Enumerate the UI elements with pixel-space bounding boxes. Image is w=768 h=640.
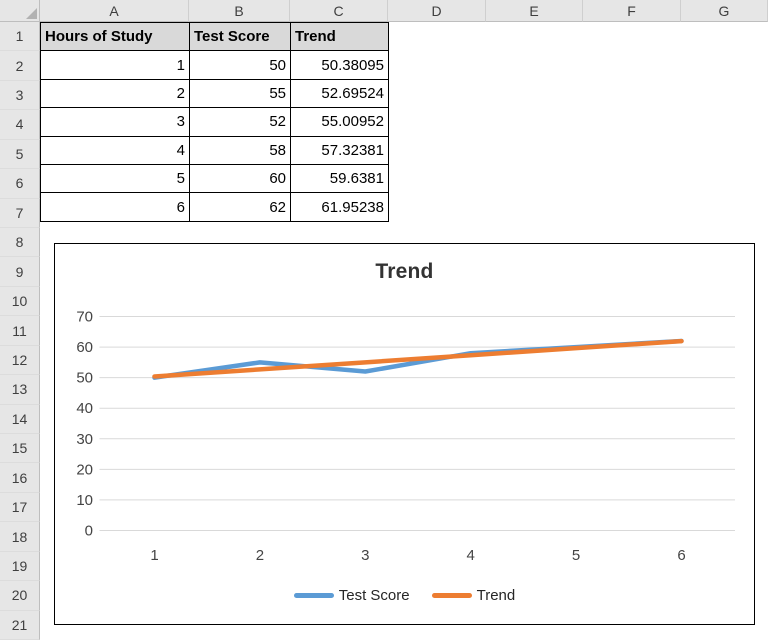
table-row: 35255.00952 xyxy=(41,108,389,136)
legend-item-test-score[interactable]: Test Score xyxy=(294,587,410,604)
chart-plot: 0 10 20 30 40 50 60 70 1 2 3 4 5 6 xyxy=(55,244,753,623)
row-header-14[interactable]: 14 xyxy=(0,405,40,434)
y-tick-label: 40 xyxy=(76,400,93,417)
chart-legend: Test Score Trend xyxy=(55,584,754,606)
row-header-10[interactable]: 10 xyxy=(0,287,40,316)
y-tick-label: 0 xyxy=(85,523,93,540)
row-header-13[interactable]: 13 xyxy=(0,375,40,404)
legend-label: Trend xyxy=(477,587,516,604)
cell[interactable]: 55 xyxy=(190,79,291,107)
table-row: 15050.38095 xyxy=(41,51,389,79)
table-row: 45857.32381 xyxy=(41,136,389,164)
row-header-18[interactable]: 18 xyxy=(0,522,40,551)
cell[interactable]: 55.00952 xyxy=(291,108,389,136)
chart[interactable]: Trend 0 10 20 30 40 50 60 70 1 2 3 4 5 6 Test Score Tr… xyxy=(54,243,755,625)
y-tick-label: 60 xyxy=(76,339,93,356)
spreadsheet: ABCDEFG 12345678910111213141516171819202… xyxy=(0,0,768,640)
cell[interactable]: 50 xyxy=(190,51,291,79)
cell[interactable]: 6 xyxy=(41,193,190,221)
row-header-4[interactable]: 4 xyxy=(0,110,40,139)
x-tick-label: 5 xyxy=(572,547,580,564)
column-header-G[interactable]: G xyxy=(681,0,768,22)
column-header-C[interactable]: C xyxy=(290,0,388,22)
row-header-7[interactable]: 7 xyxy=(0,199,40,228)
y-tick-label: 20 xyxy=(76,461,93,478)
cell[interactable]: 57.32381 xyxy=(291,136,389,164)
cell[interactable]: 52 xyxy=(190,108,291,136)
row-header-21[interactable]: 21 xyxy=(0,611,40,640)
table-row: 25552.69524 xyxy=(41,79,389,107)
row-header-3[interactable]: 3 xyxy=(0,81,40,110)
legend-label: Test Score xyxy=(339,587,410,604)
x-tick-label: 2 xyxy=(256,547,264,564)
cell[interactable]: 60 xyxy=(190,164,291,192)
select-all-triangle-icon xyxy=(26,8,37,19)
cell[interactable]: Test Score xyxy=(190,23,291,51)
column-header-D[interactable]: D xyxy=(388,0,486,22)
table-row: 66261.95238 xyxy=(41,193,389,221)
x-tick-label: 3 xyxy=(361,547,369,564)
row-header-1[interactable]: 1 xyxy=(0,22,40,51)
column-header-B[interactable]: B xyxy=(189,0,290,22)
select-all-corner[interactable] xyxy=(0,0,40,22)
cell[interactable]: Trend xyxy=(291,23,389,51)
x-tick-label: 4 xyxy=(467,547,475,564)
row-header-2[interactable]: 2 xyxy=(0,51,40,80)
row-header-17[interactable]: 17 xyxy=(0,493,40,522)
table-header-row: Hours of StudyTest ScoreTrend xyxy=(41,23,389,51)
y-tick-label: 30 xyxy=(76,431,93,448)
y-tick-label: 50 xyxy=(76,370,93,387)
row-header-16[interactable]: 16 xyxy=(0,463,40,492)
legend-swatch-icon xyxy=(294,593,334,598)
row-header-15[interactable]: 15 xyxy=(0,434,40,463)
column-header-F[interactable]: F xyxy=(583,0,681,22)
legend-item-trend[interactable]: Trend xyxy=(432,587,516,604)
series-line-trend[interactable] xyxy=(155,341,682,376)
legend-swatch-icon xyxy=(432,593,472,598)
row-header-11[interactable]: 11 xyxy=(0,316,40,345)
row-header-9[interactable]: 9 xyxy=(0,257,40,286)
column-header-A[interactable]: A xyxy=(40,0,189,22)
row-header-8[interactable]: 8 xyxy=(0,228,40,257)
table-row: 56059.6381 xyxy=(41,164,389,192)
row-header-12[interactable]: 12 xyxy=(0,346,40,375)
cell[interactable]: 58 xyxy=(190,136,291,164)
y-tick-label: 70 xyxy=(76,309,93,326)
cell[interactable]: 52.69524 xyxy=(291,79,389,107)
cell[interactable]: 50.38095 xyxy=(291,51,389,79)
cell[interactable]: 3 xyxy=(41,108,190,136)
row-header-20[interactable]: 20 xyxy=(0,581,40,610)
column-header-E[interactable]: E xyxy=(486,0,583,22)
cell[interactable]: 4 xyxy=(41,136,190,164)
x-tick-label: 1 xyxy=(150,547,158,564)
cell[interactable]: 62 xyxy=(190,193,291,221)
data-table: Hours of StudyTest ScoreTrend15050.38095… xyxy=(40,22,389,222)
x-tick-label: 6 xyxy=(677,547,685,564)
cell[interactable]: 1 xyxy=(41,51,190,79)
row-header-5[interactable]: 5 xyxy=(0,140,40,169)
cell[interactable]: 61.95238 xyxy=(291,193,389,221)
cell[interactable]: Hours of Study xyxy=(41,23,190,51)
y-tick-label: 10 xyxy=(76,492,93,509)
cell[interactable]: 5 xyxy=(41,164,190,192)
row-header-19[interactable]: 19 xyxy=(0,552,40,581)
row-header-6[interactable]: 6 xyxy=(0,169,40,198)
cell[interactable]: 2 xyxy=(41,79,190,107)
cell[interactable]: 59.6381 xyxy=(291,164,389,192)
